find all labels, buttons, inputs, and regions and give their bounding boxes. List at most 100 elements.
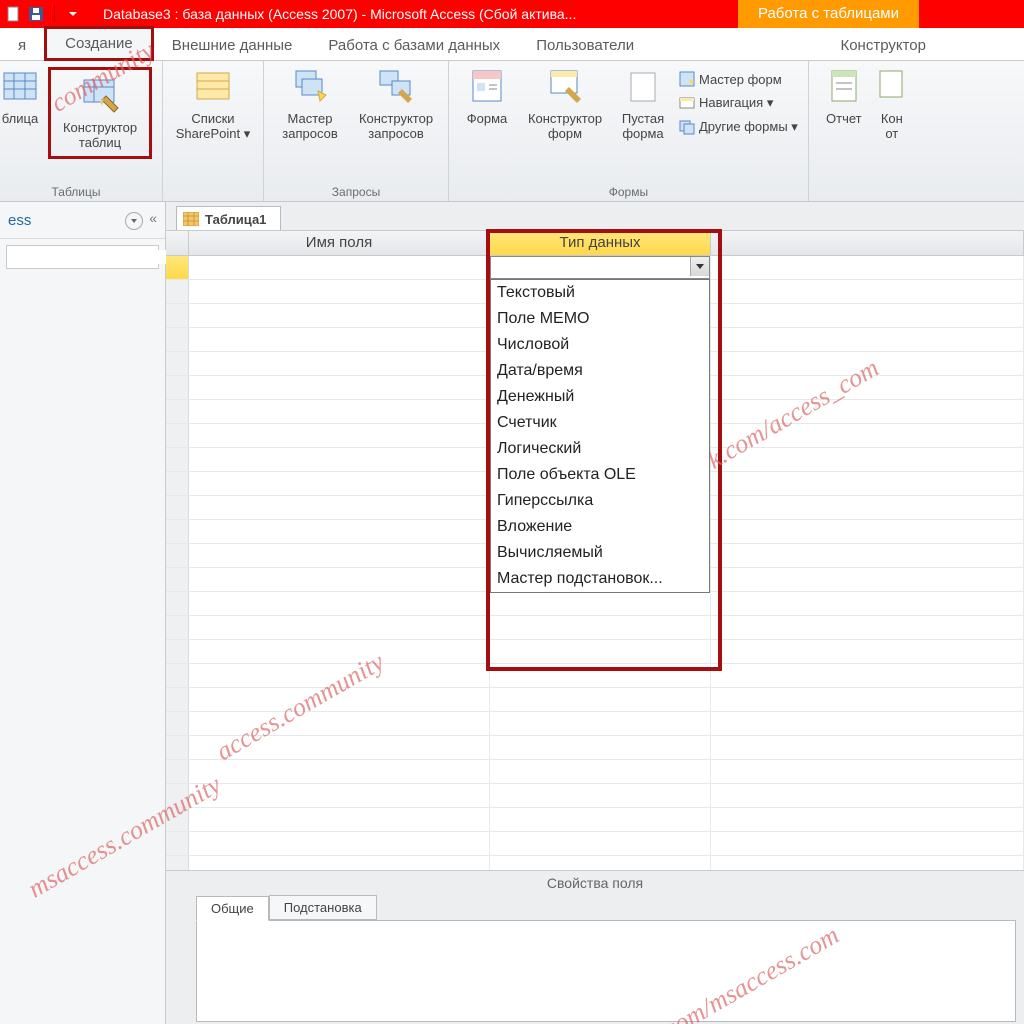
button-sharepoint-lists[interactable]: Списки SharePoint ▾ <box>173 67 253 141</box>
data-type-combo[interactable] <box>490 256 710 279</box>
form-wizard-icon <box>679 71 695 87</box>
button-sharepoint-label: Списки SharePoint ▾ <box>173 111 253 141</box>
type-option[interactable]: Мастер подстановок... <box>491 566 709 592</box>
grid-row[interactable] <box>166 736 1024 760</box>
nav-search[interactable] <box>6 245 159 269</box>
type-option[interactable]: Поле МЕМО <box>491 306 709 332</box>
type-option[interactable]: Денежный <box>491 384 709 410</box>
nav-title: ess <box>8 212 31 229</box>
group-tables-label: Таблицы <box>51 185 100 199</box>
nav-header[interactable]: ess « <box>0 202 165 239</box>
type-option[interactable]: Счетчик <box>491 410 709 436</box>
document-area: Таблица1 Имя поля Тип данных Текстовый <box>166 202 1024 1024</box>
button-form-wizard[interactable]: Мастер форм <box>679 71 798 87</box>
type-option[interactable]: Текстовый <box>491 280 709 306</box>
grid-row[interactable] <box>166 688 1024 712</box>
button-blank-form[interactable]: Пустая форма <box>615 67 671 141</box>
field-properties: Свойства поля Общие Подстановка <box>166 870 1024 1024</box>
col-field-name[interactable]: Имя поля <box>189 231 490 255</box>
button-table[interactable]: блица <box>0 67 40 126</box>
button-query-wizard-label: Мастер запросов <box>274 111 346 141</box>
cell-description[interactable] <box>711 256 1024 279</box>
tab-general[interactable]: Общие <box>196 896 269 921</box>
grid-row[interactable]: Текстовый Поле МЕМО Числовой Дата/время … <box>166 256 1024 280</box>
query-design-icon <box>376 67 416 107</box>
type-option[interactable]: Дата/время <box>491 358 709 384</box>
button-table-design[interactable]: Конструктор таблиц <box>48 67 152 159</box>
nav-dropdown-icon[interactable] <box>125 212 143 230</box>
more-forms-icon <box>679 119 695 135</box>
nav-search-input[interactable] <box>7 250 170 264</box>
grid-row[interactable] <box>166 592 1024 616</box>
tab-database-tools[interactable]: Работа с базами данных <box>310 31 518 60</box>
grid-header: Имя поля Тип данных <box>166 231 1024 256</box>
button-query-design-label: Конструктор запросов <box>354 111 438 141</box>
type-option[interactable]: Вложение <box>491 514 709 540</box>
tab-lookup[interactable]: Подстановка <box>269 895 377 920</box>
type-option[interactable]: Гиперссылка <box>491 488 709 514</box>
blank-form-icon <box>623 67 663 107</box>
type-option[interactable]: Поле объекта OLE <box>491 462 709 488</box>
table-icon <box>0 67 40 107</box>
body: ess « Таблица1 Имя поля Тип данных <box>0 202 1024 1024</box>
grid-row[interactable] <box>166 616 1024 640</box>
button-report[interactable]: Отчет <box>819 67 869 126</box>
button-form[interactable]: Форма <box>459 67 515 126</box>
button-navigation[interactable]: Навигация ▾ <box>679 95 798 111</box>
data-type-dropdown-list: Текстовый Поле МЕМО Числовой Дата/время … <box>490 279 710 593</box>
button-query-design[interactable]: Конструктор запросов <box>354 67 438 141</box>
tab-design[interactable]: Конструктор <box>822 31 944 60</box>
nav-collapse-icon[interactable]: « <box>149 210 157 226</box>
ribbon: блица Конструктор таблиц Таблицы Списки … <box>0 61 1024 202</box>
type-option[interactable]: Числовой <box>491 332 709 358</box>
grid-row[interactable] <box>166 640 1024 664</box>
navigation-icon <box>679 95 695 111</box>
type-option[interactable]: Вычисляемый <box>491 540 709 566</box>
row-selector[interactable] <box>166 256 189 279</box>
grid-row[interactable] <box>166 808 1024 832</box>
save-icon[interactable] <box>28 6 44 22</box>
cell-data-type[interactable]: Текстовый Поле МЕМО Числовой Дата/время … <box>490 256 711 279</box>
query-wizard-icon <box>290 67 330 107</box>
button-blank-form-label: Пустая форма <box>615 111 671 141</box>
tab-users[interactable]: Пользователи <box>518 31 652 60</box>
button-form-design-label: Конструктор форм <box>523 111 607 141</box>
button-report-design[interactable]: Кон от <box>877 67 907 141</box>
grid-row[interactable] <box>166 832 1024 856</box>
properties-title: Свойства поля <box>166 871 1024 895</box>
type-option[interactable]: Логический <box>491 436 709 462</box>
col-description[interactable] <box>711 231 1024 255</box>
title-bar: Database3 : база данных (Access 2007) - … <box>0 0 1024 28</box>
grid-row[interactable] <box>166 760 1024 784</box>
document-tab-label: Таблица1 <box>205 212 266 227</box>
button-form-design[interactable]: Конструктор форм <box>523 67 607 141</box>
button-report-design-label: Кон от <box>877 111 907 141</box>
report-design-icon <box>872 67 912 107</box>
grid-row[interactable] <box>166 784 1024 808</box>
table-tab-icon <box>183 212 199 226</box>
table-design-icon <box>80 76 120 116</box>
cell-field-name[interactable] <box>189 256 490 279</box>
grid-select-all[interactable] <box>166 231 189 255</box>
group-queries-label: Запросы <box>332 185 380 199</box>
quick-access-toolbar <box>0 5 83 23</box>
button-report-label: Отчет <box>826 111 862 126</box>
grid-row[interactable] <box>166 712 1024 736</box>
tab-external-data[interactable]: Внешние данные <box>154 31 311 60</box>
qat-dropdown-icon[interactable] <box>69 12 77 16</box>
group-forms-label: Формы <box>609 185 648 199</box>
data-type-dropdown-button[interactable] <box>690 257 709 276</box>
design-grid: Имя поля Тип данных Текстовый Поле МЕМО … <box>166 230 1024 871</box>
col-data-type[interactable]: Тип данных <box>490 231 711 255</box>
grid-row[interactable] <box>166 664 1024 688</box>
property-sheet[interactable] <box>196 920 1016 1022</box>
tab-create[interactable]: Создание <box>44 26 154 61</box>
tab-home[interactable]: я <box>0 31 44 60</box>
button-more-forms[interactable]: Другие формы ▾ <box>679 119 798 135</box>
navigation-pane: ess « <box>0 202 166 1024</box>
button-table-design-label: Конструктор таблиц <box>55 120 145 150</box>
button-query-wizard[interactable]: Мастер запросов <box>274 67 346 141</box>
new-doc-icon[interactable] <box>6 6 22 22</box>
report-icon <box>824 67 864 107</box>
document-tab[interactable]: Таблица1 <box>176 206 281 231</box>
